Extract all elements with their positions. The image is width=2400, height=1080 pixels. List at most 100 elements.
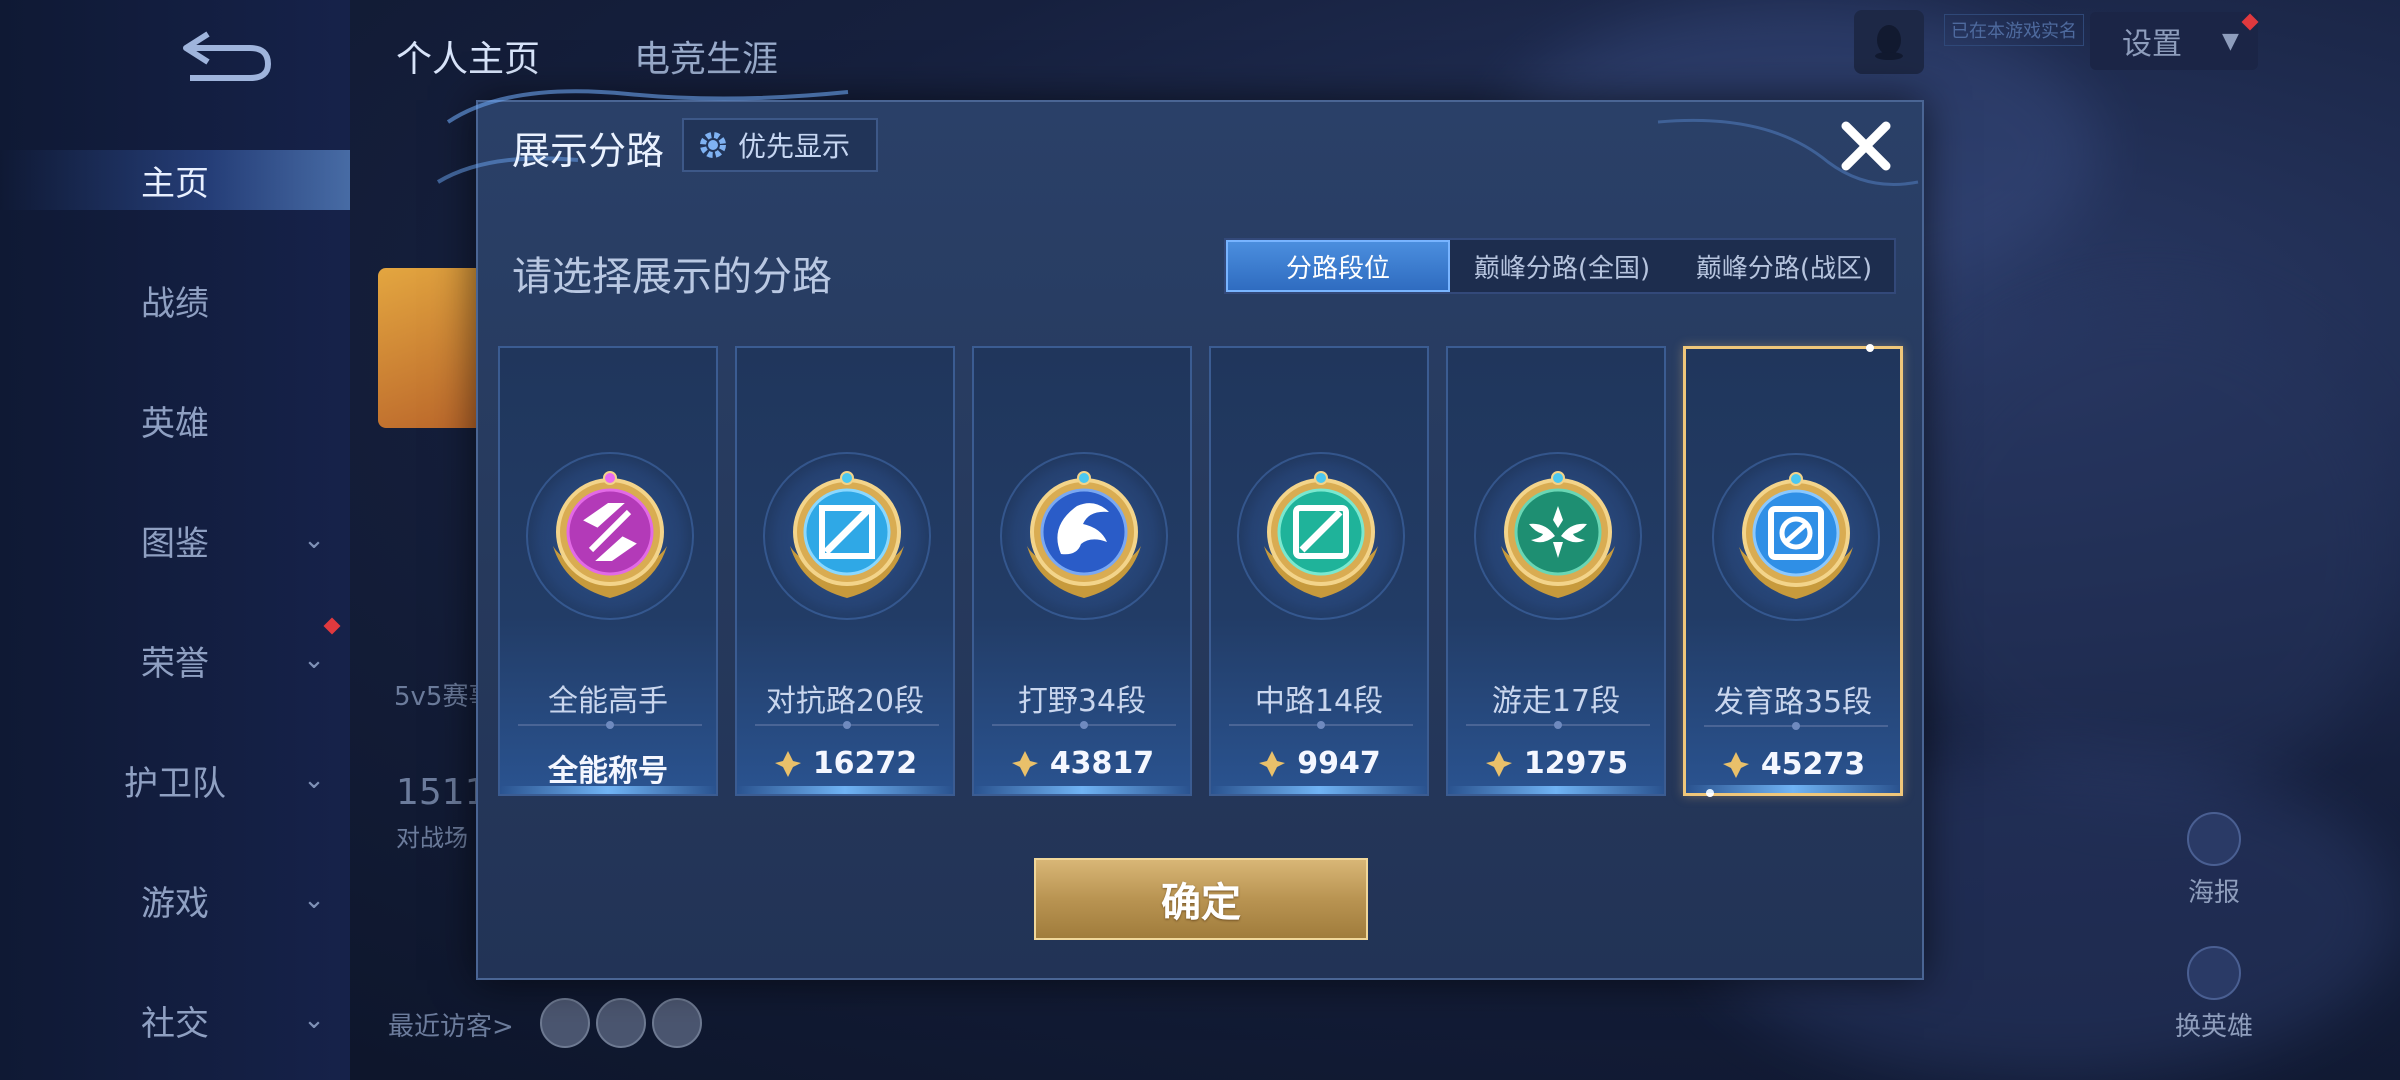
tab-lane-rank[interactable]: 分路段位 bbox=[1226, 240, 1450, 292]
qq-icon[interactable] bbox=[1854, 10, 1924, 74]
lane-name: 全能高手 bbox=[548, 684, 668, 719]
divider bbox=[1466, 721, 1650, 729]
lane-score: 43817 bbox=[974, 746, 1190, 781]
lane-score: 9947 bbox=[1211, 746, 1427, 781]
recent-visitors-link[interactable]: 最近访客> bbox=[388, 1006, 514, 1043]
gear-icon bbox=[700, 132, 726, 158]
chevron-down-icon: ▼ bbox=[2222, 28, 2239, 54]
jungle-emblem-icon bbox=[1027, 471, 1141, 598]
divider bbox=[992, 721, 1176, 729]
mid-lane-emblem-icon bbox=[1264, 471, 1378, 598]
card-bottom-glow bbox=[1211, 786, 1427, 794]
lane-name: 对抗路20段 bbox=[765, 684, 925, 719]
poster-button[interactable]: 海报 bbox=[2154, 812, 2274, 909]
lane-tab-group: 分路段位 巅峰分路(全国) 巅峰分路(战区) bbox=[1224, 238, 1896, 294]
tab-esports-career[interactable]: 电竞生涯 bbox=[634, 30, 778, 82]
priority-display-button[interactable]: 优先显示 bbox=[682, 118, 878, 172]
lane-name: 打野34段 bbox=[1017, 684, 1147, 719]
back-arrow-icon[interactable] bbox=[178, 28, 274, 84]
chevron-down-icon: ⌄ bbox=[303, 525, 325, 555]
points-icon bbox=[1485, 750, 1512, 777]
tab-peak-lane-region[interactable]: 巅峰分路(战区) bbox=[1674, 240, 1894, 292]
battle-label: 对战场 bbox=[396, 824, 468, 852]
dialog-title: 展示分路 bbox=[512, 129, 665, 173]
lane-score: 12975 bbox=[1448, 746, 1664, 781]
chevron-down-icon: ⌄ bbox=[303, 885, 325, 915]
flame-icon bbox=[2187, 946, 2241, 1000]
sidebar-item-guard[interactable]: 护卫队 ⌄ bbox=[0, 750, 350, 810]
sidebar-item-label: 图鉴 bbox=[141, 523, 209, 564]
real-name-badge: 已在本游戏实名 bbox=[1944, 14, 2084, 46]
sidebar-item-label: 护卫队 bbox=[124, 763, 226, 804]
sidebar-item-label: 社交 bbox=[141, 1003, 209, 1044]
dialog-subtitle: 请选择展示的分路 bbox=[512, 254, 832, 300]
divider bbox=[518, 721, 702, 729]
points-icon bbox=[1722, 751, 1749, 778]
lane-score-value: 12975 bbox=[1523, 746, 1629, 781]
battle-count: 1511 bbox=[396, 772, 488, 813]
lane-score-value: 16272 bbox=[812, 746, 918, 781]
selection-corner-dot bbox=[1866, 344, 1874, 352]
tab-profile[interactable]: 个人主页 bbox=[396, 30, 540, 82]
sidebar-item-codex[interactable]: 图鉴 ⌄ bbox=[0, 510, 350, 570]
close-icon[interactable] bbox=[1836, 116, 1896, 176]
lane-card-mid-lane[interactable]: 中路14段 9947 bbox=[1209, 346, 1429, 796]
lane-card-clash-lane[interactable]: 对抗路20段 16272 bbox=[735, 346, 955, 796]
card-bottom-glow bbox=[737, 786, 953, 794]
sidebar-item-label: 英雄 bbox=[141, 403, 209, 444]
lane-score: 45273 bbox=[1686, 747, 1900, 782]
poster-icon bbox=[2187, 812, 2241, 866]
lane-score-value: 45273 bbox=[1760, 747, 1866, 782]
confirm-button[interactable]: 确定 bbox=[1034, 858, 1368, 940]
lane-score: 全能称号 bbox=[500, 746, 716, 790]
lane-card-roam[interactable]: 游走17段 12975 bbox=[1446, 346, 1666, 796]
visitor-avatar[interactable] bbox=[596, 998, 646, 1048]
settings-button[interactable]: 设置 ▼ bbox=[2090, 12, 2258, 70]
lane-name: 游走17段 bbox=[1491, 684, 1621, 719]
divider bbox=[1704, 722, 1888, 730]
sidebar-item-honor[interactable]: 荣誉 ⌄ bbox=[0, 630, 350, 690]
card-bottom-glow bbox=[974, 786, 1190, 794]
sidebar-item-social[interactable]: 社交 ⌄ bbox=[0, 990, 350, 1050]
points-icon bbox=[774, 750, 801, 777]
lane-score-value: 43817 bbox=[1049, 746, 1155, 781]
card-bottom-glow bbox=[1686, 785, 1900, 793]
change-hero-button[interactable]: 换英雄 bbox=[2154, 946, 2274, 1043]
lane-name: 发育路35段 bbox=[1713, 685, 1873, 720]
sidebar-item-label: 游戏 bbox=[141, 883, 209, 924]
settings-label: 设置 bbox=[2122, 27, 2182, 62]
poster-label: 海报 bbox=[2187, 878, 2240, 908]
visitor-avatar[interactable] bbox=[652, 998, 702, 1048]
chevron-down-icon: ⌄ bbox=[303, 765, 325, 795]
lane-display-dialog: 展示分路 优先显示 请选择展示的分路 分路段位 巅峰分路(全国) 巅峰分路(战区… bbox=[436, 89, 1924, 980]
sidebar-item-label: 荣誉 bbox=[141, 643, 209, 684]
sidebar-item-records[interactable]: 战绩 bbox=[0, 270, 350, 330]
sidebar-item-label: 战绩 bbox=[141, 283, 209, 324]
chevron-down-icon: ⌄ bbox=[303, 1005, 325, 1035]
chevron-down-icon: ⌄ bbox=[303, 645, 325, 675]
lane-score-value: 9947 bbox=[1297, 746, 1381, 781]
farm-lane-emblem-icon bbox=[1739, 472, 1853, 599]
lane-name: 中路14段 bbox=[1254, 684, 1384, 719]
all-round-emblem-icon bbox=[553, 471, 667, 598]
visitor-avatar[interactable] bbox=[540, 998, 590, 1048]
sidebar-item-home[interactable]: 主页 bbox=[0, 150, 350, 210]
points-icon bbox=[1011, 750, 1038, 777]
divider bbox=[1229, 721, 1413, 729]
lane-score: 16272 bbox=[737, 746, 953, 781]
lane-score-value: 全能称号 bbox=[548, 754, 668, 789]
lane-card-farm-lane[interactable]: 发育路35段 45273 bbox=[1683, 344, 1903, 797]
change-hero-label: 换英雄 bbox=[2174, 1012, 2253, 1042]
sidebar-item-label: 主页 bbox=[141, 163, 209, 204]
sidebar-item-heroes[interactable]: 英雄 bbox=[0, 390, 350, 450]
lane-card-all-round[interactable]: 全能高手 全能称号 bbox=[498, 346, 718, 796]
lane-card-jungle[interactable]: 打野34段 43817 bbox=[972, 346, 1192, 796]
clash-lane-emblem-icon bbox=[790, 471, 904, 598]
roam-emblem-icon bbox=[1501, 471, 1615, 598]
divider bbox=[755, 721, 939, 729]
priority-display-label: 优先显示 bbox=[738, 130, 851, 163]
points-icon bbox=[1259, 750, 1286, 777]
tab-peak-lane-national[interactable]: 巅峰分路(全国) bbox=[1450, 240, 1674, 292]
sidebar-item-game[interactable]: 游戏 ⌄ bbox=[0, 870, 350, 930]
card-bottom-glow bbox=[1448, 786, 1664, 794]
